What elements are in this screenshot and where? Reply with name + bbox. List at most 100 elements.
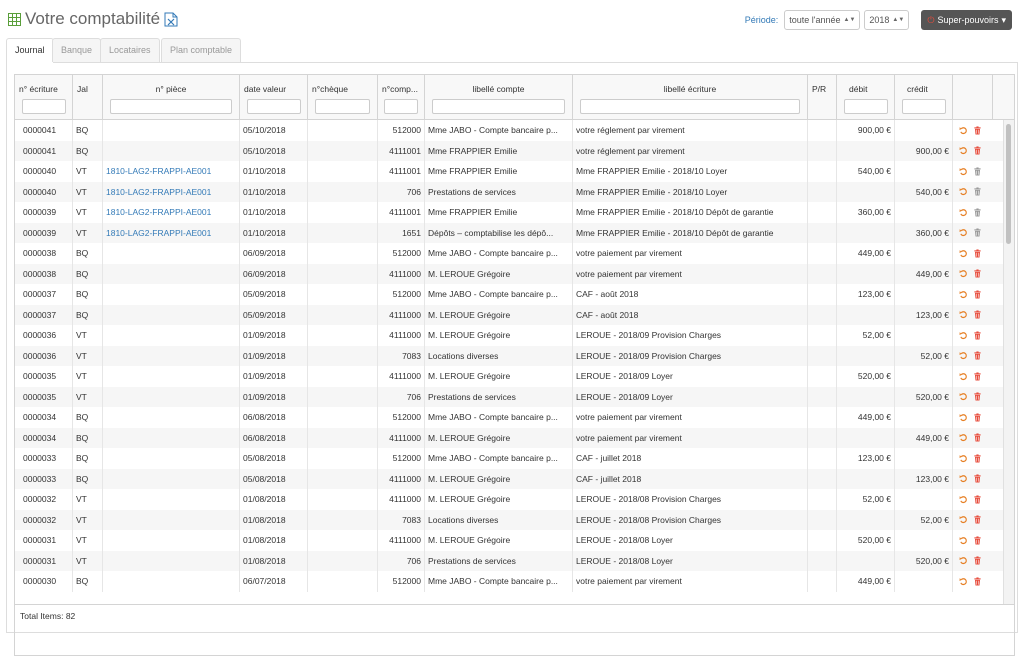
vertical-scrollbar[interactable] [1003,120,1014,604]
undo-icon[interactable] [959,331,968,340]
trash-icon[interactable] [973,228,982,237]
period-year-select[interactable]: 2018 ▲▼ [864,10,910,30]
trash-icon[interactable] [973,433,982,442]
trash-icon[interactable] [973,372,982,381]
filter-libelle-compte[interactable] [432,99,565,114]
undo-icon[interactable] [959,536,968,545]
undo-icon[interactable] [959,577,968,586]
col-libelle-compte[interactable]: libellé compte [425,75,573,119]
scrollbar-thumb[interactable] [1006,124,1011,244]
undo-icon[interactable] [959,495,968,504]
filter-piece[interactable] [110,99,232,114]
undo-icon[interactable] [959,228,968,237]
trash-icon[interactable] [973,331,982,340]
undo-icon[interactable] [959,556,968,565]
table-row[interactable]: 0000034 BQ 06/08/2018 4111000 M. LEROUE Grég… [15,427,1014,448]
col-compte[interactable]: n°comp... [378,75,425,119]
table-row[interactable]: 0000040 VT 1810-LAG2-FRAPPI-AE001 01/10/201… [15,161,1014,182]
undo-icon[interactable] [959,126,968,135]
col-pr[interactable]: P/R [808,75,837,119]
undo-icon[interactable] [959,515,968,524]
period-range-select[interactable]: toute l'année ▲▼ [784,10,861,30]
filter-cheque[interactable] [315,99,370,114]
undo-icon[interactable] [959,474,968,483]
undo-icon[interactable] [959,167,968,176]
table-row[interactable]: 0000031 VT 01/08/2018 4111000 M. LEROUE Grég… [15,530,1014,551]
super-powers-button[interactable]: ⏻ Super-pouvoirs ▾ [921,10,1012,30]
trash-icon[interactable] [973,187,982,196]
table-row[interactable]: 0000038 BQ 06/09/2018 512000 Mme JABO - Comp… [15,243,1014,264]
cell-piece[interactable]: 1810-LAG2-FRAPPI-AE001 [103,222,240,243]
col-credit[interactable]: crédit [895,75,953,119]
table-row[interactable]: 0000036 VT 01/09/2018 4111000 M. LEROUE Grég… [15,325,1014,346]
undo-icon[interactable] [959,392,968,401]
trash-icon[interactable] [973,515,982,524]
table-row[interactable]: 0000039 VT 1810-LAG2-FRAPPI-AE001 01/10/201… [15,202,1014,223]
trash-icon[interactable] [973,126,982,135]
table-row[interactable]: 0000040 VT 1810-LAG2-FRAPPI-AE001 01/10/201… [15,181,1014,202]
table-row[interactable]: 0000033 BQ 05/08/2018 4111000 M. LEROUE Grég… [15,468,1014,489]
table-row[interactable]: 0000034 BQ 06/08/2018 512000 Mme JABO - Comp… [15,407,1014,428]
tab-banque[interactable]: Banque [52,38,102,62]
tab-plan-comptable[interactable]: Plan comptable [161,38,242,62]
table-row[interactable]: 0000037 BQ 05/09/2018 4111000 M. LEROUE Grég… [15,304,1014,325]
filter-date[interactable] [247,99,301,114]
col-ecriture[interactable]: n° écriture [15,75,73,119]
cell-piece[interactable]: 1810-LAG2-FRAPPI-AE001 [103,202,240,223]
trash-icon[interactable] [973,392,982,401]
filter-ecriture[interactable] [22,99,66,114]
filter-debit[interactable] [844,99,888,114]
table-row[interactable]: 0000038 BQ 06/09/2018 4111000 M. LEROUE Grég… [15,263,1014,284]
table-row[interactable]: 0000041 BQ 05/10/2018 4111001 Mme FRAPPIER E… [15,140,1014,161]
table-row[interactable]: 0000041 BQ 05/10/2018 512000 Mme JABO - Comp… [15,120,1014,141]
undo-icon[interactable] [959,454,968,463]
cell-piece[interactable]: 1810-LAG2-FRAPPI-AE001 [103,181,240,202]
table-row[interactable]: 0000033 BQ 05/08/2018 512000 Mme JABO - Comp… [15,448,1014,469]
table-row[interactable]: 0000030 BQ 06/07/2018 512000 Mme JABO - Comp… [15,571,1014,592]
tab-locataires[interactable]: Locataires [100,38,160,62]
undo-icon[interactable] [959,413,968,422]
filter-compte[interactable] [384,99,418,114]
trash-icon[interactable] [973,290,982,299]
trash-icon[interactable] [973,269,982,278]
undo-icon[interactable] [959,290,968,299]
undo-icon[interactable] [959,146,968,155]
excel-export-icon[interactable] [164,12,178,27]
col-date[interactable]: date valeur [240,75,308,119]
col-jal[interactable]: Jal [73,75,103,119]
trash-icon[interactable] [973,577,982,586]
table-row[interactable]: 0000032 VT 01/08/2018 7083 Locations diverse… [15,509,1014,530]
col-cheque[interactable]: n°chèque [308,75,378,119]
undo-icon[interactable] [959,351,968,360]
undo-icon[interactable] [959,249,968,258]
undo-icon[interactable] [959,208,968,217]
trash-icon[interactable] [973,146,982,155]
filter-credit[interactable] [902,99,946,114]
col-piece[interactable]: n° pièce [103,75,240,119]
col-libelle-ecriture[interactable]: libellé écriture [573,75,808,119]
trash-icon[interactable] [973,495,982,504]
trash-icon[interactable] [973,474,982,483]
undo-icon[interactable] [959,433,968,442]
undo-icon[interactable] [959,269,968,278]
trash-icon[interactable] [973,208,982,217]
trash-icon[interactable] [973,167,982,176]
undo-icon[interactable] [959,310,968,319]
table-row[interactable]: 0000031 VT 01/08/2018 706 Prestations de ser… [15,550,1014,571]
table-row[interactable]: 0000039 VT 1810-LAG2-FRAPPI-AE001 01/10/201… [15,222,1014,243]
table-row[interactable]: 0000035 VT 01/09/2018 706 Prestations de ser… [15,386,1014,407]
table-row[interactable]: 0000032 VT 01/08/2018 4111000 M. LEROUE Grég… [15,489,1014,510]
table-row[interactable]: 0000037 BQ 05/09/2018 512000 Mme JABO - Comp… [15,284,1014,305]
trash-icon[interactable] [973,413,982,422]
trash-icon[interactable] [973,351,982,360]
table-row[interactable]: 0000036 VT 01/09/2018 7083 Locations diverse… [15,345,1014,366]
undo-icon[interactable] [959,372,968,381]
trash-icon[interactable] [973,556,982,565]
table-row[interactable]: 0000035 VT 01/09/2018 4111000 M. LEROUE Grég… [15,366,1014,387]
col-debit[interactable]: débit [837,75,895,119]
trash-icon[interactable] [973,249,982,258]
trash-icon[interactable] [973,310,982,319]
trash-icon[interactable] [973,536,982,545]
tab-journal[interactable]: Journal [6,38,54,63]
filter-libelle-ecriture[interactable] [580,99,800,114]
